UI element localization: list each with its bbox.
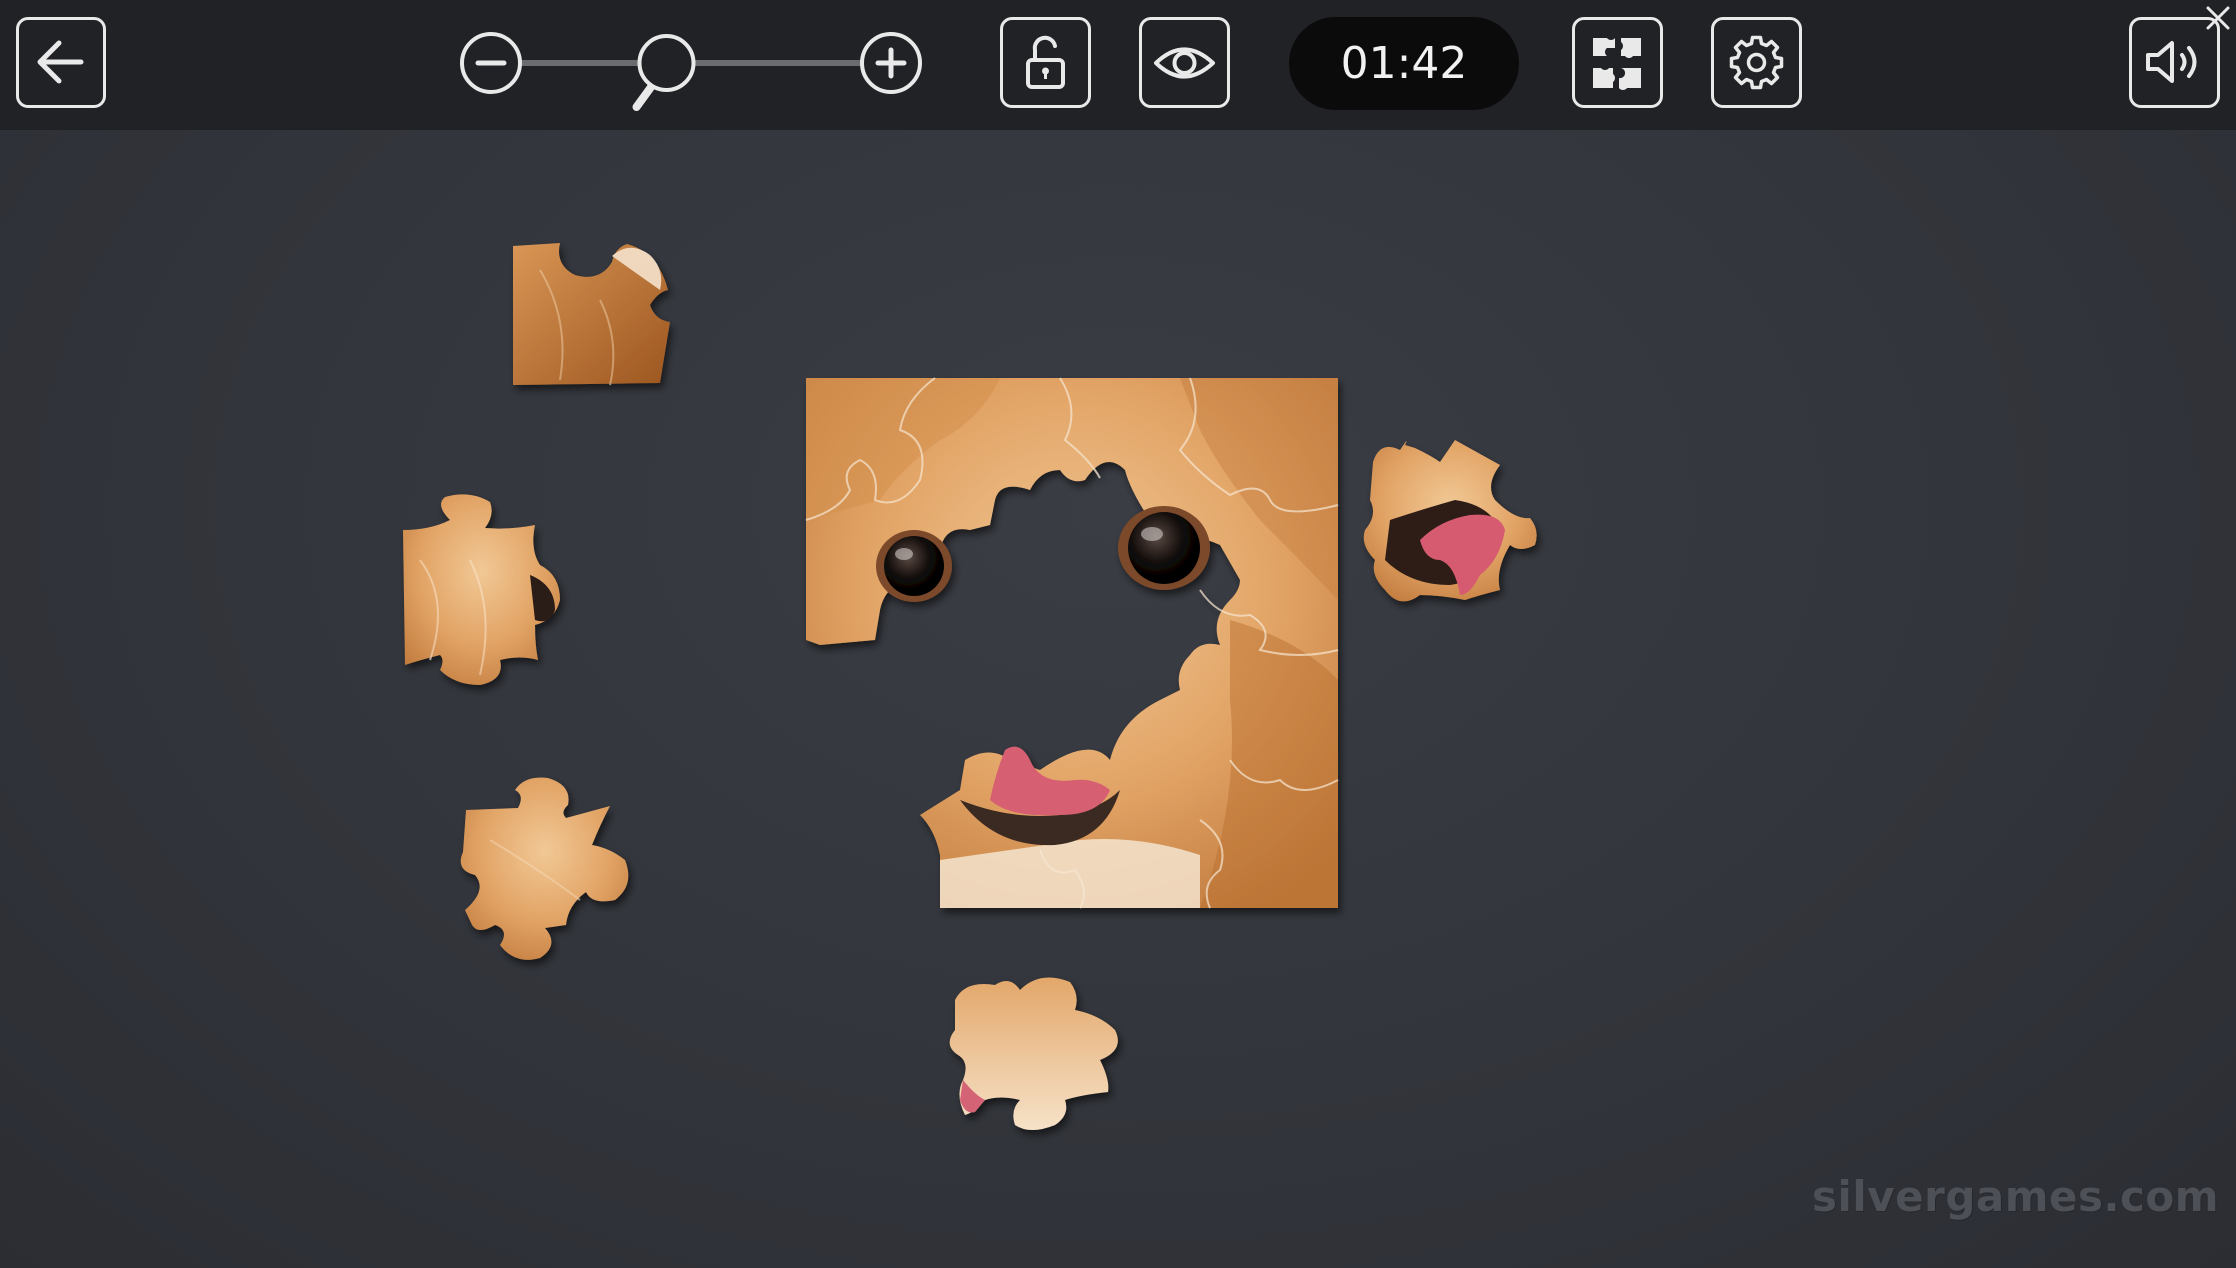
top-toolbar: 01:42 [0,0,2236,130]
zoom-control[interactable] [456,15,926,121]
zoom-slider-handle[interactable] [632,34,696,111]
settings-button[interactable] [1711,17,1802,108]
loose-puzzle-piece[interactable] [513,243,670,386]
loose-puzzle-piece[interactable] [949,977,1118,1131]
close-button[interactable] [2204,4,2232,36]
site-watermark: silvergames.com [1812,1172,2219,1221]
lock-button[interactable] [1000,17,1091,108]
loose-puzzle-piece[interactable] [1363,440,1537,602]
zoom-in-button[interactable] [860,32,922,94]
gear-icon [1729,35,1784,90]
loose-puzzle-piece[interactable] [403,494,560,685]
preview-button[interactable] [1139,17,1230,108]
assembled-puzzle-area[interactable] [805,377,1339,909]
zoom-out-button[interactable] [460,32,522,94]
magnifier-icon [632,81,657,111]
close-icon [2206,6,2230,30]
dog-eye-right [1118,506,1210,590]
dog-eye-left [876,530,952,602]
arrow-left-icon [37,40,84,84]
eye-icon [1154,47,1215,79]
unlocked-padlock-icon [1026,35,1065,89]
edge-pieces-button[interactable] [1572,17,1663,108]
back-button[interactable] [16,17,106,108]
game-timer: 01:42 [1289,17,1519,110]
puzzle-board [403,243,1537,1131]
loose-puzzle-piece[interactable] [460,777,629,960]
puzzle-pieces-icon [1593,38,1641,91]
